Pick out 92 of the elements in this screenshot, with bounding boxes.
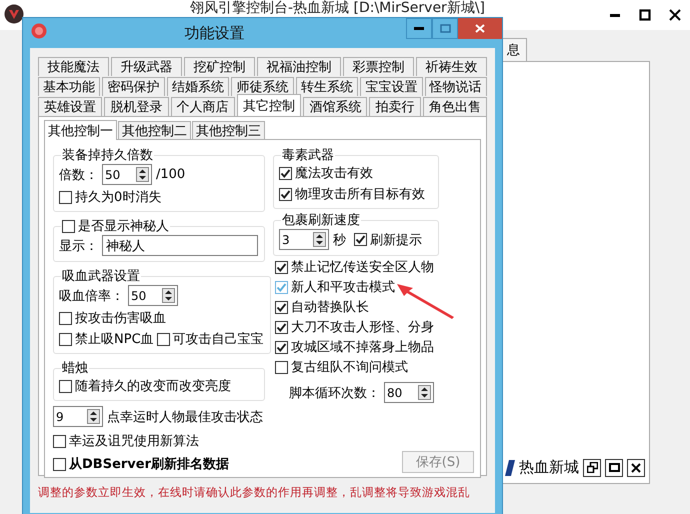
tab[interactable]: 祝福油控制 bbox=[257, 57, 341, 76]
maximize-button[interactable] bbox=[605, 458, 623, 476]
close-icon bbox=[475, 24, 485, 33]
text-field[interactable]: 神秘人 bbox=[102, 235, 258, 256]
unit-label: /100 bbox=[156, 167, 186, 182]
tab[interactable]: 结婚系统 bbox=[166, 77, 230, 96]
close-button[interactable] bbox=[627, 458, 645, 476]
tab[interactable]: 转生系统 bbox=[296, 77, 358, 96]
tab[interactable]: 宝宝设置 bbox=[360, 77, 423, 96]
arrow-drawing bbox=[397, 282, 455, 320]
spin-field[interactable]: 50 bbox=[128, 285, 178, 306]
checkmark-icon bbox=[276, 262, 287, 272]
checkbox[interactable]: 从DBServer刷新排名数据 bbox=[53, 455, 265, 473]
checkmark-icon bbox=[355, 234, 366, 245]
tab[interactable]: 怪物说话 bbox=[424, 77, 487, 96]
checkbox[interactable]: 禁止记忆传送安全区人物 bbox=[275, 258, 439, 276]
spin-arrows-icon[interactable] bbox=[87, 409, 100, 424]
group-title: 蜡烛 bbox=[61, 360, 89, 377]
tab[interactable]: 英雄设置 bbox=[38, 97, 102, 116]
maximize-icon bbox=[440, 24, 450, 34]
minimize-button[interactable] bbox=[406, 18, 432, 39]
spin-field[interactable]: 3 bbox=[279, 229, 329, 250]
restore-icon bbox=[586, 462, 598, 473]
tab[interactable]: 其他控制一 bbox=[44, 120, 117, 140]
tab[interactable]: 酒馆系统 bbox=[303, 97, 368, 116]
checkbox[interactable]: 魔法攻击有效 bbox=[279, 164, 432, 182]
tab[interactable]: 拍卖行 bbox=[369, 97, 421, 116]
group-title: 装备掉持久倍数 bbox=[61, 147, 154, 164]
group-title: 吸血武器设置 bbox=[61, 268, 141, 285]
field-label: 显示： bbox=[59, 238, 98, 254]
checkbox[interactable]: 随着持久的改变而改变亮度 bbox=[59, 377, 258, 395]
field-label: 吸血倍率： bbox=[59, 288, 124, 304]
close-icon bbox=[669, 9, 681, 21]
checkmark-icon bbox=[276, 282, 287, 292]
group-title: 毒素武器 bbox=[281, 147, 335, 164]
warning-text: 调整的参数立即生效，在线时请确认此参数的作用再调整，乱调整将导致游戏混乱 bbox=[38, 484, 470, 500]
spin-arrows-icon[interactable] bbox=[313, 232, 326, 247]
tab[interactable]: 挖矿控制 bbox=[184, 57, 255, 76]
spin-field[interactable]: 50 bbox=[102, 164, 152, 185]
minimize-icon bbox=[414, 27, 424, 30]
checkbox[interactable]: 自动替换队长 bbox=[275, 298, 439, 316]
tab[interactable]: 师徒系统 bbox=[231, 77, 294, 96]
dialog-title: 功能设置 bbox=[184, 24, 244, 42]
checkbox[interactable]: 是否显示神秘人 bbox=[62, 217, 169, 235]
maximize-icon bbox=[639, 9, 651, 21]
group-title: 包裹刷新速度 bbox=[281, 212, 361, 229]
spin-field[interactable]: 80 bbox=[384, 382, 434, 403]
tab[interactable]: 脱机登录 bbox=[104, 97, 169, 116]
field-label: 脚本循环次数： bbox=[289, 384, 380, 402]
checkbox[interactable]: 持久为0时消失 bbox=[59, 188, 258, 206]
checkbox[interactable]: 禁止吸NPC血 bbox=[59, 330, 154, 348]
tab[interactable]: 个人商店 bbox=[170, 97, 235, 116]
tab[interactable]: 彩票控制 bbox=[343, 57, 414, 76]
tab[interactable]: 技能魔法 bbox=[38, 57, 109, 76]
app-icon bbox=[31, 23, 47, 39]
window-icon bbox=[505, 458, 515, 476]
checkbox[interactable]: 攻城区域不掉落身上物品 bbox=[275, 338, 439, 356]
checkbox[interactable]: 大刀不攻击人形怪、分身 bbox=[275, 318, 439, 336]
checkbox[interactable]: 复古组队不询问模式 bbox=[275, 358, 439, 376]
maximize-icon bbox=[608, 462, 620, 473]
checkmark-icon bbox=[276, 322, 287, 332]
checkbox[interactable]: 刷新提示 bbox=[354, 229, 422, 250]
tab[interactable]: 升级武器 bbox=[111, 57, 182, 76]
app-logo-icon bbox=[4, 4, 24, 24]
tab[interactable]: 祈祷生效 bbox=[416, 57, 487, 76]
restore-button[interactable] bbox=[583, 458, 601, 476]
checkmark-icon bbox=[280, 188, 291, 200]
unit-label: 秒 bbox=[333, 232, 346, 248]
spin-arrows-icon[interactable] bbox=[418, 385, 431, 400]
tab[interactable]: 其它控制 bbox=[236, 94, 302, 116]
spin-arrows-icon[interactable] bbox=[136, 167, 149, 182]
tab[interactable]: 密码保护 bbox=[102, 77, 165, 96]
checkmark-icon bbox=[276, 342, 287, 352]
checkbox[interactable]: 幸运及诅咒使用新算法 bbox=[53, 432, 265, 450]
minimize-icon bbox=[610, 14, 620, 16]
checkmark-icon bbox=[276, 302, 287, 312]
close-icon bbox=[631, 462, 641, 472]
tab[interactable]: 其他控制二 bbox=[118, 121, 191, 139]
checkbox[interactable]: 新人和平攻击模式 bbox=[275, 278, 439, 296]
checkbox[interactable]: 可攻击自己宝宝 bbox=[156, 330, 264, 348]
tab[interactable]: 基本功能 bbox=[38, 77, 100, 96]
tab[interactable]: 角色出售 bbox=[422, 97, 487, 116]
tab[interactable]: 其他控制三 bbox=[192, 121, 265, 139]
field-label: 倍数： bbox=[59, 166, 98, 184]
checkbox[interactable]: 物理攻击所有目标有效 bbox=[279, 185, 432, 203]
child-window-title: 热血新城 bbox=[519, 458, 579, 477]
unit-label: 点幸运时人物最佳攻击状态 bbox=[107, 408, 263, 426]
checkmark-icon bbox=[280, 168, 291, 178]
spin-field[interactable]: 9 bbox=[53, 406, 103, 427]
checkbox[interactable]: 按攻击伤害吸血 bbox=[59, 309, 264, 327]
spin-arrows-icon[interactable] bbox=[162, 288, 175, 303]
window-title: 翎风引擎控制台-热血新城 [D:\MirServer新城\] bbox=[190, 0, 485, 16]
